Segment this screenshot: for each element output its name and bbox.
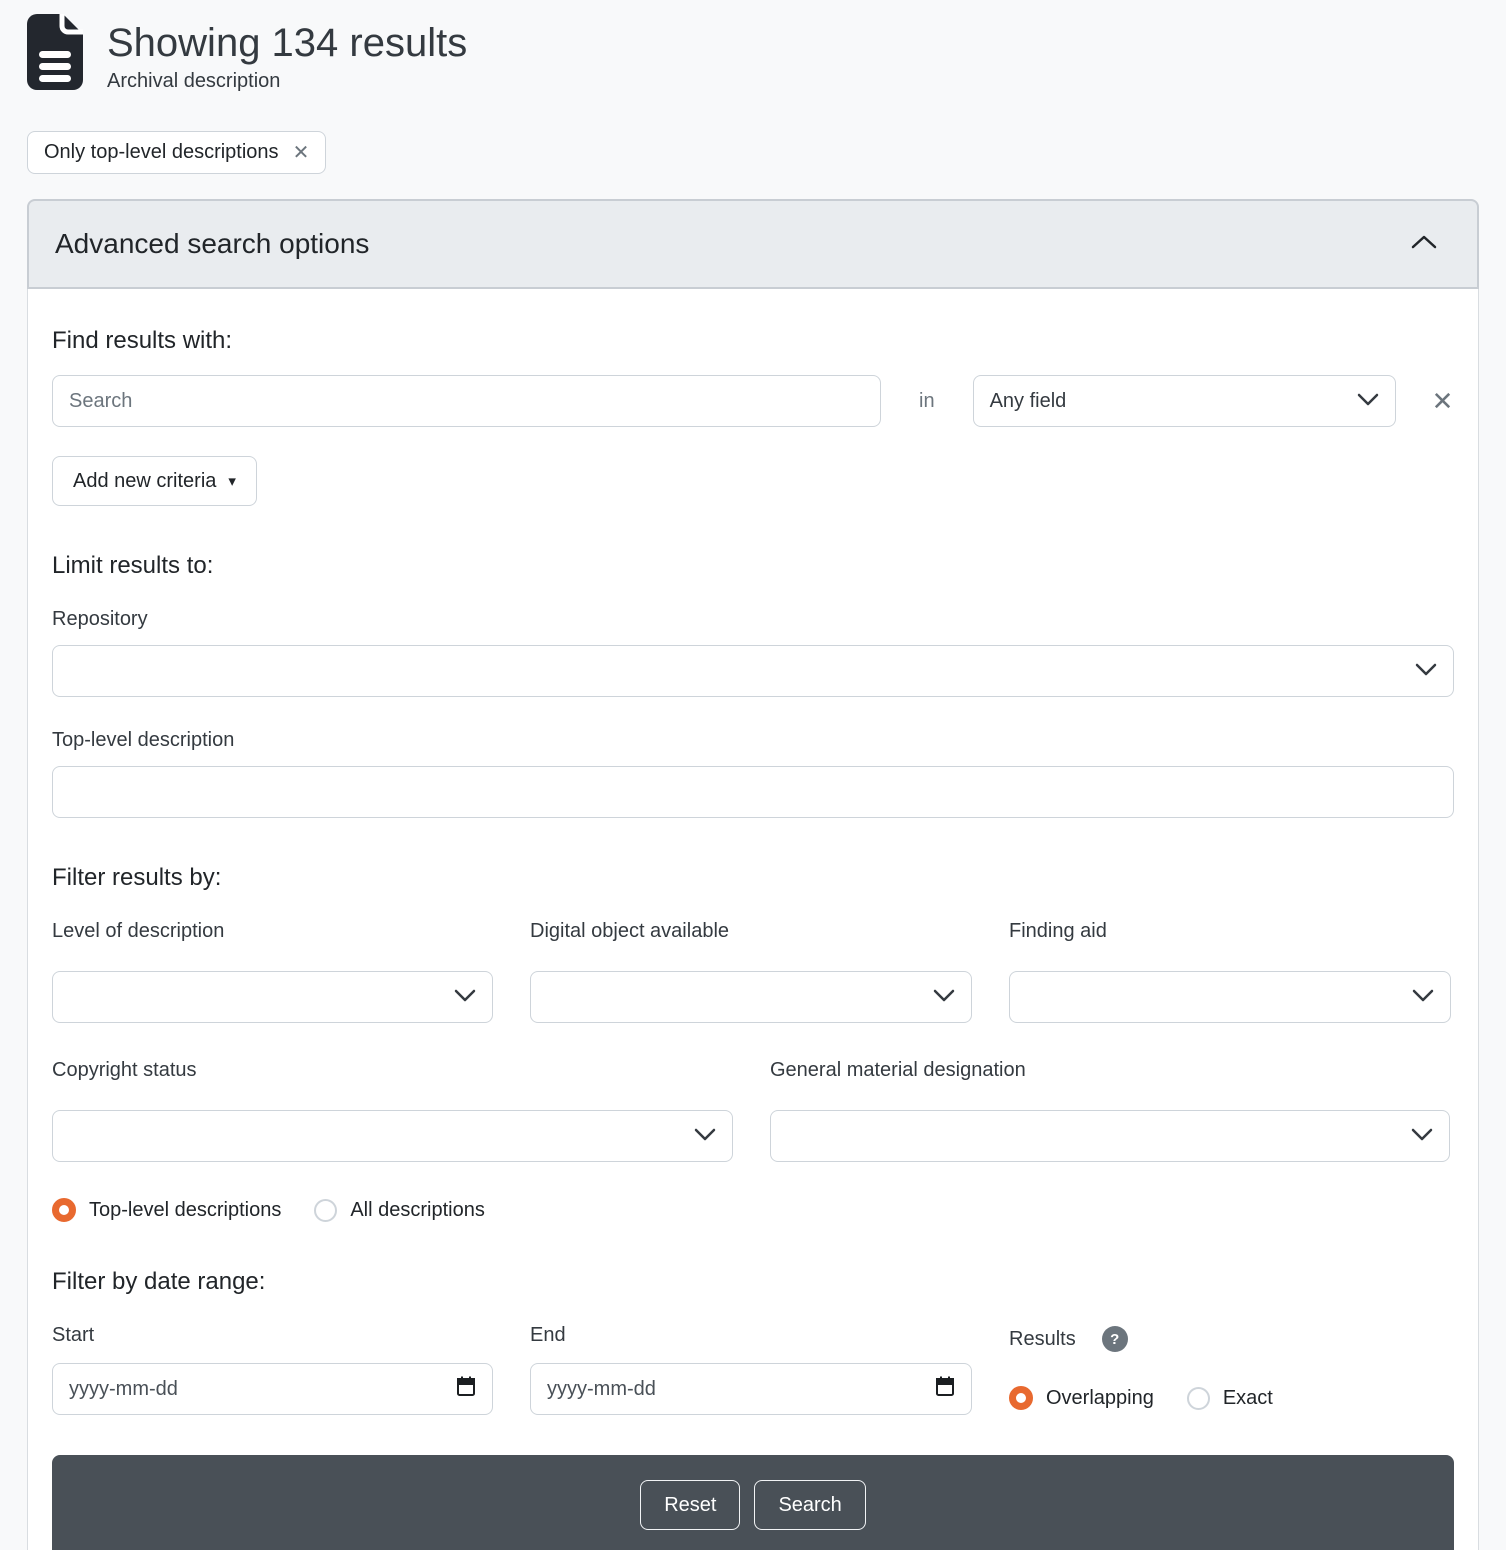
filter-labels-row2: Copyright status General material design… [52,1059,1454,1096]
search-criteria-row: in Any field ✕ [52,375,1454,427]
reset-button[interactable]: Reset [640,1480,740,1530]
start-date-input[interactable]: yyyy-mm-dd [52,1363,493,1415]
description-scope-radios: Top-level descriptions All descriptions [52,1198,1454,1222]
search-button[interactable]: Search [754,1480,865,1530]
digital-object-label: Digital object available [530,920,972,943]
filter-results-heading: Filter results by: [52,864,1454,892]
chevron-down-icon [1412,986,1434,1009]
chevron-up-icon [1411,234,1437,255]
field-select-value: Any field [990,390,1067,413]
start-label: Start [52,1324,493,1347]
document-icon [27,14,83,90]
end-date-field: End yyyy-mm-dd [530,1324,972,1415]
end-date-placeholder: yyyy-mm-dd [547,1378,656,1401]
filter-tag-label: Only top-level descriptions [44,141,279,164]
help-icon[interactable]: ? [1102,1326,1128,1352]
radio-unselected-icon [314,1199,337,1222]
radio-top-level-descriptions[interactable]: Top-level descriptions [52,1198,281,1222]
advanced-search-panel: Advanced search options Find results wit… [27,199,1479,1550]
radio-selected-icon [52,1198,76,1222]
results-radios: Overlapping Exact [1009,1386,1451,1410]
level-of-description-label: Level of description [52,920,493,943]
radio-overlapping[interactable]: Overlapping [1009,1386,1154,1410]
find-results-heading: Find results with: [52,327,1454,355]
radio-selected-icon [1009,1386,1033,1410]
field-select[interactable]: Any field [973,375,1396,427]
chevron-down-icon [1357,390,1379,413]
finding-aid-select[interactable] [1009,971,1451,1023]
filter-labels-row: Level of description Digital object avai… [52,920,1454,957]
chevron-down-icon [694,1125,716,1148]
start-date-field: Start yyyy-mm-dd [52,1324,493,1415]
header-text: Showing 134 results Archival description [107,14,467,93]
in-label: in [919,390,935,413]
page: Showing 134 results Archival description… [0,0,1506,1550]
copyright-status-label: Copyright status [52,1059,733,1082]
repository-label: Repository [52,608,1454,631]
start-date-placeholder: yyyy-mm-dd [69,1378,178,1401]
chevron-down-icon [1411,1125,1433,1148]
advanced-search-body: Find results with: in Any field ✕ Add ne… [27,289,1479,1550]
results-label: Results [1009,1328,1076,1351]
radio-top-level-label: Top-level descriptions [89,1199,281,1222]
remove-criteria-icon[interactable]: ✕ [1432,388,1454,414]
date-range-heading: Filter by date range: [52,1268,1454,1296]
radio-overlapping-label: Overlapping [1046,1387,1154,1410]
calendar-icon[interactable] [935,1375,955,1403]
copyright-status-select[interactable] [52,1110,733,1162]
page-subtitle: Archival description [107,70,467,93]
advanced-search-title: Advanced search options [55,228,369,260]
remove-filter-icon[interactable]: ✕ [293,143,310,163]
results-field: Results ? Overlapping Exact [1009,1324,1451,1415]
finding-aid-label: Finding aid [1009,920,1451,943]
filter-selects-row2 [52,1110,1454,1162]
toplevel-description-label: Top-level description [52,729,1454,752]
filter-tag-top-level[interactable]: Only top-level descriptions ✕ [27,131,326,174]
results-head: Results ? [1009,1326,1451,1352]
add-new-criteria-button[interactable]: Add new criteria ▾ [52,456,257,506]
digital-object-select[interactable] [530,971,972,1023]
add-new-criteria-label: Add new criteria [73,470,216,493]
chevron-down-icon [454,986,476,1009]
page-title: Showing 134 results [107,20,467,66]
end-date-input[interactable]: yyyy-mm-dd [530,1363,972,1415]
calendar-icon[interactable] [456,1375,476,1403]
radio-unselected-icon [1187,1387,1210,1410]
search-input[interactable] [52,375,881,427]
caret-down-icon: ▾ [228,472,236,490]
chevron-down-icon [933,986,955,1009]
radio-exact-label: Exact [1223,1387,1273,1410]
limit-results-heading: Limit results to: [52,552,1454,580]
actions-footer: Reset Search [52,1455,1454,1550]
radio-all-descriptions[interactable]: All descriptions [314,1199,485,1222]
repository-select[interactable] [52,645,1454,697]
page-header: Showing 134 results Archival description [27,14,1479,93]
chevron-down-icon [1415,660,1437,683]
toplevel-description-input[interactable] [52,766,1454,818]
radio-all-label: All descriptions [350,1199,485,1222]
gmd-label: General material designation [770,1059,1450,1082]
filter-selects-row [52,971,1454,1023]
level-of-description-select[interactable] [52,971,493,1023]
date-range-row: Start yyyy-mm-dd [52,1324,1454,1415]
gmd-select[interactable] [770,1110,1450,1162]
advanced-search-header[interactable]: Advanced search options [27,199,1479,289]
end-label: End [530,1324,972,1347]
radio-exact[interactable]: Exact [1187,1387,1273,1410]
